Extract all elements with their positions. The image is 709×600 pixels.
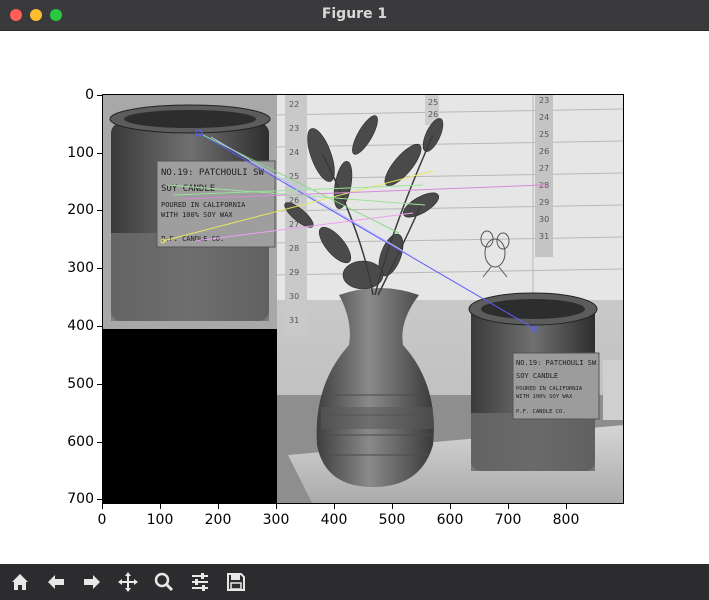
cal-num: 30 [539, 215, 549, 224]
window-titlebar: Figure 1 [0, 0, 709, 31]
label-line: P.F. CANDLE CO. [516, 409, 566, 415]
right-jar-opening [481, 299, 585, 319]
zoom-to-rect-button[interactable] [150, 568, 178, 596]
save-icon [227, 573, 245, 591]
label-line: POURED IN CALIFORNIA [516, 386, 583, 392]
right-candle-jar: NO.19: PATCHOULI SW SOY CANDLE POURED IN… [468, 292, 600, 471]
cal-num: 28 [289, 244, 299, 253]
x-tick-mark [392, 504, 393, 509]
feature-match-image: 22 23 24 25 26 27 28 29 30 31 23 24 25 2… [103, 95, 623, 503]
cal-num: 29 [289, 268, 299, 277]
x-tick-mark [160, 504, 161, 509]
y-tick-label: 600 [67, 434, 94, 450]
navigation-toolbar [0, 564, 709, 600]
cal-num: 25 [428, 98, 438, 107]
x-tick-label: 0 [97, 512, 107, 528]
x-tick-mark [450, 504, 451, 509]
cal-num: 31 [289, 316, 299, 325]
x-tick-mark [566, 504, 567, 509]
cal-num: 22 [289, 100, 299, 109]
label-line: NO.19: PATCHOULI SW [516, 359, 597, 367]
inset-black-padding [103, 329, 277, 503]
x-tick-mark [508, 504, 509, 509]
box-right [603, 360, 623, 420]
cal-num: 27 [539, 164, 549, 173]
configure-subplots-button[interactable] [186, 568, 214, 596]
y-tick-label: 700 [67, 491, 94, 507]
zoom-icon [154, 572, 174, 592]
configure-subplots-icon [192, 573, 208, 591]
left-jar-opening [124, 110, 256, 128]
x-tick-label: 500 [378, 512, 406, 528]
x-tick-label: 700 [494, 512, 522, 528]
x-tick-label: 600 [436, 512, 464, 528]
cal-num: 26 [539, 147, 549, 156]
cal-num: 23 [539, 96, 549, 105]
y-tick-label: 400 [67, 318, 94, 334]
x-tick-label: 200 [204, 512, 232, 528]
y-tick-label: 100 [67, 145, 94, 161]
cal-num: 30 [289, 292, 299, 301]
x-tick-mark [276, 504, 277, 509]
cal-num: 31 [539, 232, 549, 241]
x-tick-mark [102, 504, 103, 509]
y-tick-label: 200 [67, 202, 94, 218]
right-jar-wax [471, 413, 595, 471]
label-line: SOY CANDLE [516, 372, 558, 380]
forward-button[interactable] [78, 568, 106, 596]
vase-band [321, 407, 433, 429]
back-arrow-icon [48, 575, 64, 589]
label-line: WITH 100% SOY WAX [516, 394, 573, 400]
back-button[interactable] [42, 568, 70, 596]
x-tick-label: 800 [552, 512, 580, 528]
x-tick-mark [218, 504, 219, 509]
x-tick-label: 300 [262, 512, 290, 528]
cal-num: 24 [289, 148, 299, 157]
label-line: POURED IN CALIFORNIA [161, 201, 246, 209]
x-tick-label: 400 [320, 512, 348, 528]
image-axes[interactable]: 22 23 24 25 26 27 28 29 30 31 23 24 25 2… [102, 94, 624, 504]
pan-button[interactable] [114, 568, 142, 596]
y-tick-label: 300 [67, 260, 94, 276]
label-line: WITH 100% SOY WAX [161, 211, 233, 219]
cal-num: 23 [289, 124, 299, 133]
label-line: NO.19: PATCHOULI SW [161, 168, 265, 178]
x-tick-label: 100 [146, 512, 174, 528]
home-icon [12, 574, 28, 590]
cal-num: 25 [289, 172, 299, 181]
window-title: Figure 1 [321, 6, 388, 22]
save-button[interactable] [222, 568, 250, 596]
x-tick-mark [334, 504, 335, 509]
cal-num: 29 [539, 198, 549, 207]
cal-num: 24 [539, 113, 549, 122]
cal-num: 25 [539, 130, 549, 139]
forward-arrow-icon [84, 575, 100, 589]
y-tick-label: 0 [85, 87, 94, 103]
y-tick-label: 500 [67, 376, 94, 392]
home-button[interactable] [6, 568, 34, 596]
left-candle-jar: NO.19: PATCHOULI SW SOY CANDLE POURED IN… [109, 104, 276, 321]
cal-num: 26 [428, 110, 438, 119]
pan-icon [118, 572, 138, 592]
